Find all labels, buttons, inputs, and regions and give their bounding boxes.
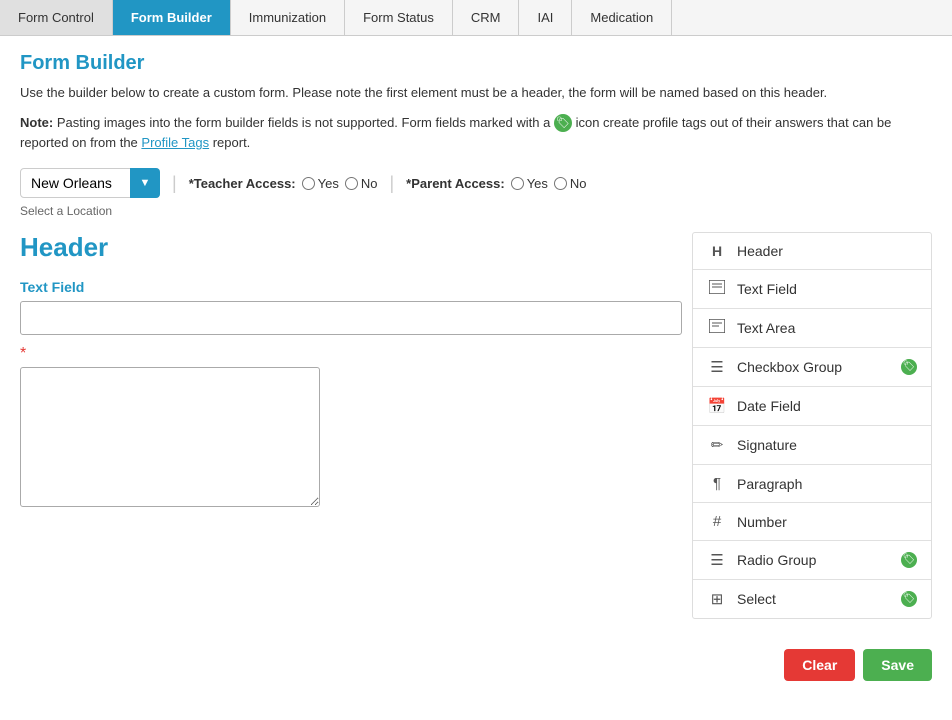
sidebar-item-signature-label: Signature xyxy=(737,437,917,453)
sidebar-item-date-field[interactable]: 📅 Date Field xyxy=(693,387,931,426)
teacher-yes-radio[interactable] xyxy=(302,177,315,190)
teacher-access-label: *Teacher Access: xyxy=(189,176,296,191)
parent-access-label: *Parent Access: xyxy=(406,176,505,191)
parent-yes-text: Yes xyxy=(527,176,548,191)
checkbox-group-tag-icon: 🏷 xyxy=(901,359,917,375)
text-area-icon xyxy=(707,319,727,337)
controls-row: New Orleans Baton Rouge Shreveport ▼ | *… xyxy=(20,168,932,198)
note-label: Note: xyxy=(20,115,53,130)
sidebar-item-checkbox-group-label: Checkbox Group xyxy=(737,359,891,375)
divider-pipe-1: | xyxy=(172,173,177,194)
parent-access-group: *Parent Access: Yes No xyxy=(406,176,586,191)
date-field-icon: 📅 xyxy=(707,397,727,415)
tab-immunization[interactable]: Immunization xyxy=(231,0,345,35)
sidebar-item-radio-group[interactable]: ☰ Radio Group 🏷 xyxy=(693,541,931,580)
sidebar-item-text-area-label: Text Area xyxy=(737,320,917,336)
footer-bar: Clear Save xyxy=(0,635,952,695)
signature-icon: ✏ xyxy=(707,436,727,454)
form-header-element: Header xyxy=(20,232,682,263)
profile-tag-note-icon: 🏷 xyxy=(554,114,572,132)
text-field-label: Text Field xyxy=(20,279,682,295)
builder-area: Header Text Field * H Header Text Field xyxy=(20,232,932,619)
tab-form-control[interactable]: Form Control xyxy=(0,0,113,35)
description: Use the builder below to create a custom… xyxy=(20,83,932,103)
tab-form-builder[interactable]: Form Builder xyxy=(113,0,231,35)
select-location-hint: Select a Location xyxy=(20,204,932,218)
required-asterisk: * xyxy=(20,345,682,363)
sidebar-item-paragraph-label: Paragraph xyxy=(737,476,917,492)
sidebar-item-header-label: Header xyxy=(737,243,917,259)
note-text-1: Pasting images into the form builder fie… xyxy=(57,115,554,130)
radio-group-tag-icon: 🏷 xyxy=(901,552,917,568)
sidebar-item-text-area[interactable]: Text Area xyxy=(693,309,931,348)
teacher-no-radio[interactable] xyxy=(345,177,358,190)
teacher-access-group: *Teacher Access: Yes No xyxy=(189,176,378,191)
parent-no-radio[interactable] xyxy=(554,177,567,190)
parent-no-text: No xyxy=(570,176,587,191)
sidebar-item-checkbox-group[interactable]: ☰ Checkbox Group 🏷 xyxy=(693,348,931,387)
tab-iai[interactable]: IAI xyxy=(519,0,572,35)
text-input-field[interactable] xyxy=(20,301,682,335)
text-area-field[interactable] xyxy=(20,367,320,507)
select-tag-icon: 🏷 xyxy=(901,591,917,607)
teacher-yes-text: Yes xyxy=(318,176,339,191)
sidebar-item-select[interactable]: ⊞ Select 🏷 xyxy=(693,580,931,618)
note-bar: Note: Pasting images into the form build… xyxy=(20,113,932,155)
sidebar-item-text-field-label: Text Field xyxy=(737,281,917,297)
sidebar-item-number[interactable]: # Number xyxy=(693,503,931,541)
profile-tags-link[interactable]: Profile Tags xyxy=(141,135,209,150)
text-field-icon xyxy=(707,280,727,298)
location-select-wrapper: New Orleans Baton Rouge Shreveport ▼ xyxy=(20,168,160,198)
sidebar-item-text-field[interactable]: Text Field xyxy=(693,270,931,309)
sidebar-item-date-field-label: Date Field xyxy=(737,398,917,414)
element-sidebar: H Header Text Field Text Area ☰ Checkbox… xyxy=(692,232,932,619)
teacher-no-text: No xyxy=(361,176,378,191)
checkbox-group-icon: ☰ xyxy=(707,358,727,376)
sidebar-item-header[interactable]: H Header xyxy=(693,233,931,270)
divider-pipe-2: | xyxy=(389,173,394,194)
note-text-3: report. xyxy=(213,135,251,150)
save-button[interactable]: Save xyxy=(863,649,932,681)
form-canvas: Header Text Field * xyxy=(20,232,692,619)
dropdown-arrow-button[interactable]: ▼ xyxy=(130,168,160,198)
sidebar-item-radio-group-label: Radio Group xyxy=(737,552,891,568)
radio-group-icon: ☰ xyxy=(707,551,727,569)
page-title: Form Builder xyxy=(20,52,932,75)
sidebar-item-signature[interactable]: ✏ Signature xyxy=(693,426,931,465)
parent-yes-label[interactable]: Yes xyxy=(511,176,548,191)
select-icon: ⊞ xyxy=(707,590,727,608)
tab-form-status[interactable]: Form Status xyxy=(345,0,453,35)
sidebar-item-paragraph[interactable]: ¶ Paragraph xyxy=(693,465,931,503)
teacher-yes-label[interactable]: Yes xyxy=(302,176,339,191)
header-icon: H xyxy=(707,243,727,259)
paragraph-icon: ¶ xyxy=(707,475,727,492)
parent-no-label[interactable]: No xyxy=(554,176,587,191)
parent-yes-radio[interactable] xyxy=(511,177,524,190)
sidebar-item-select-label: Select xyxy=(737,591,891,607)
clear-button[interactable]: Clear xyxy=(784,649,855,681)
main-content: Form Builder Use the builder below to cr… xyxy=(0,36,952,635)
teacher-no-label[interactable]: No xyxy=(345,176,378,191)
tab-crm[interactable]: CRM xyxy=(453,0,520,35)
sidebar-item-number-label: Number xyxy=(737,514,917,530)
tab-medication[interactable]: Medication xyxy=(572,0,672,35)
number-icon: # xyxy=(707,513,727,530)
tab-bar: Form Control Form Builder Immunization F… xyxy=(0,0,952,36)
